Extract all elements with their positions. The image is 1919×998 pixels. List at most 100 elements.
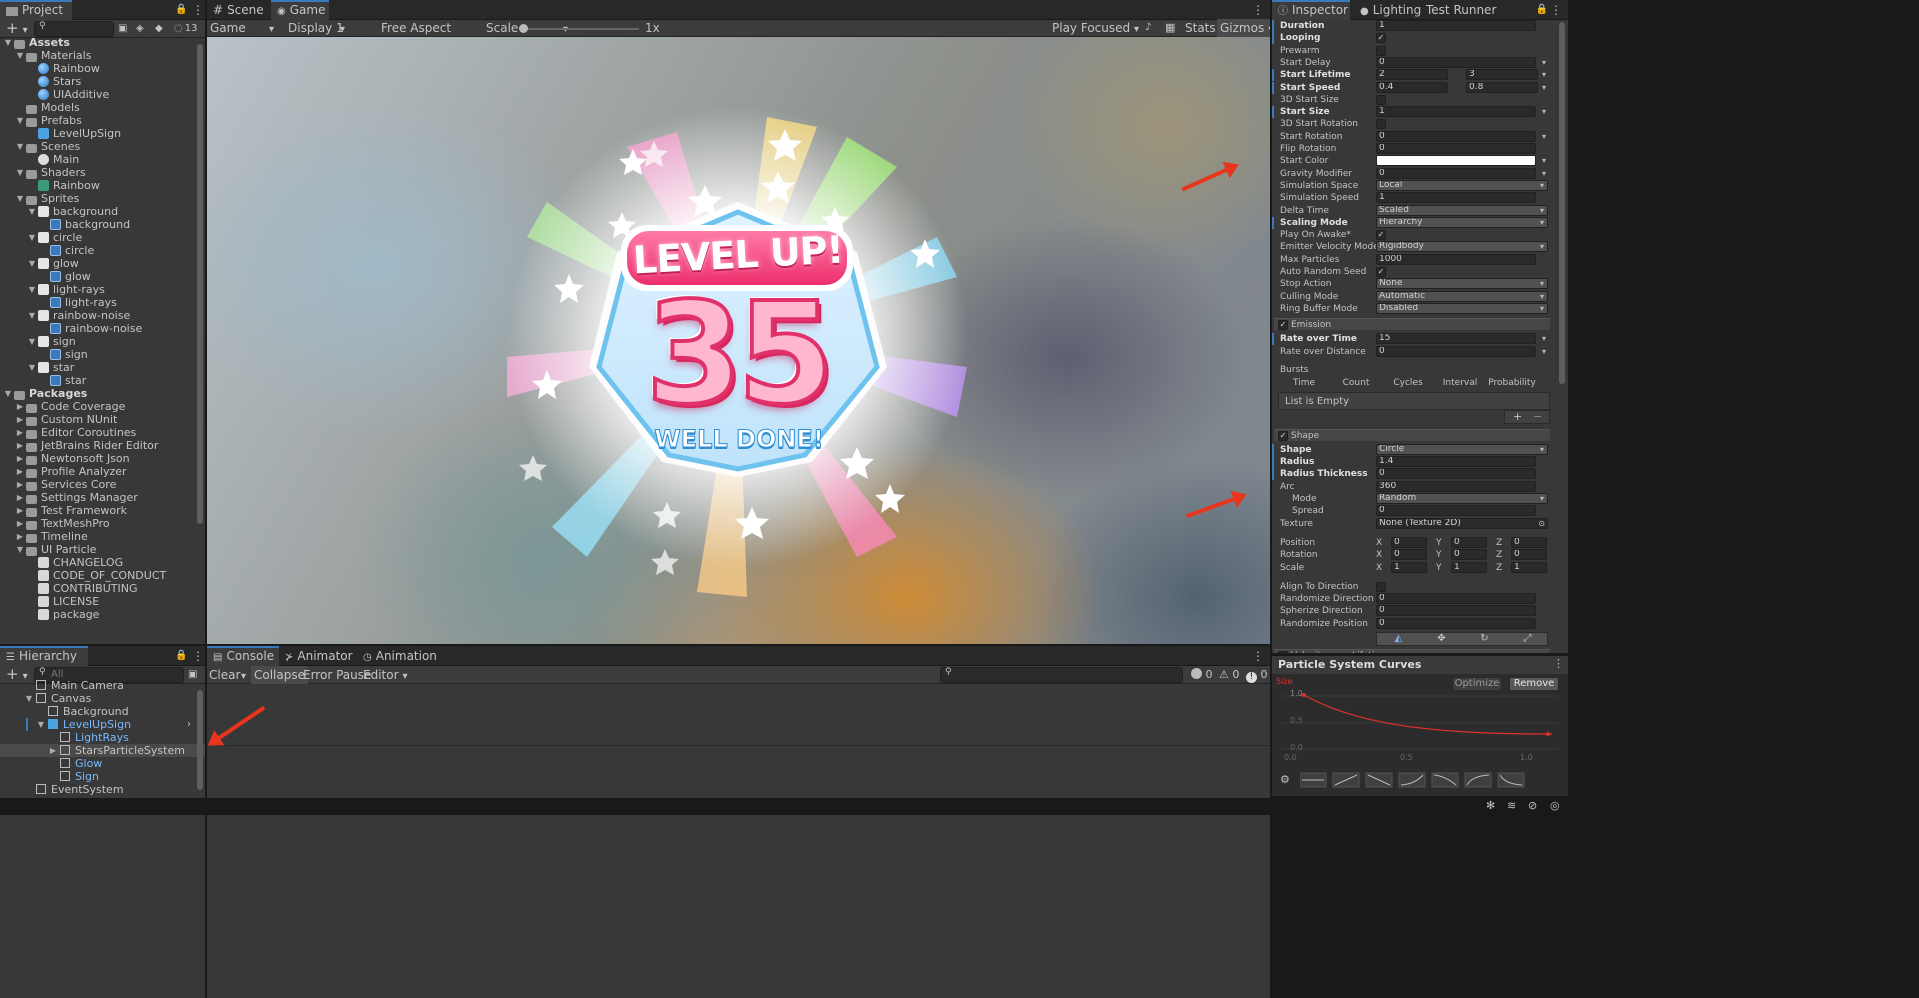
console-detail-area[interactable] (207, 747, 1270, 998)
axis-x-input[interactable]: 0 (1391, 536, 1427, 548)
inspector-dropdown[interactable]: Local ▾ (1376, 179, 1548, 191)
project-tree-item[interactable]: ▼ Shaders (0, 166, 205, 179)
curve-mode-dropdown-icon[interactable]: ▾ (1542, 333, 1546, 345)
collapse-arrow-icon[interactable]: ▶ (15, 465, 25, 478)
inspector-checkbox[interactable] (1376, 581, 1386, 592)
project-tree-item[interactable]: ▼ Scenes (0, 140, 205, 153)
inspector-input[interactable]: 1 (1376, 106, 1536, 118)
project-tree-item[interactable]: ▶ Newtonsoft Json (0, 452, 205, 465)
hierarchy-item[interactable]: LightRays (0, 731, 205, 744)
module-enable-checkbox[interactable] (1278, 651, 1288, 653)
display-mode-dropdown[interactable]: Game (210, 19, 280, 37)
object-picker-icon[interactable]: ⊙ (1538, 519, 1545, 528)
project-tree-item[interactable]: ▼ circle (0, 231, 205, 244)
kebab-menu-icon[interactable]: ⋮ (1252, 1, 1264, 19)
game-render[interactable]: LEVEL UP! 35 WELL DONE! (207, 37, 1270, 644)
inspector-input[interactable]: 1 (1376, 192, 1536, 204)
curve-mode-dropdown-icon[interactable]: ▾ (1542, 57, 1546, 69)
inspector-dropdown[interactable]: Rigidbody ▾ (1376, 241, 1548, 253)
curve-mode-dropdown-icon[interactable]: ▾ (1542, 168, 1546, 180)
expand-arrow-icon[interactable]: ▼ (27, 361, 37, 374)
expand-arrow-icon[interactable]: ▼ (15, 114, 25, 127)
axis-x-input[interactable]: 1 (1391, 561, 1427, 573)
expand-arrow-icon[interactable]: ▼ (15, 543, 25, 556)
collapse-arrow-icon[interactable]: ▶ (15, 439, 25, 452)
inspector-dropdown[interactable]: Automatic ▾ (1376, 290, 1548, 302)
project-tree-item[interactable]: ▼ Assets (0, 36, 205, 49)
project-tree-item[interactable]: star (0, 374, 205, 387)
module-enable-checkbox[interactable]: ✓ (1278, 320, 1288, 331)
project-tree-item[interactable]: CODE_OF_CONDUCT (0, 569, 205, 582)
collapse-arrow-icon[interactable]: ▶ (15, 491, 25, 504)
collapse-arrow-icon[interactable]: ▶ (15, 413, 25, 426)
inspector-checkbox[interactable] (1376, 45, 1386, 56)
expand-arrow-icon[interactable]: ▼ (27, 335, 37, 348)
toggle-panel-icon[interactable]: ▦ (1165, 19, 1175, 37)
hierarchy-item[interactable]: ▶ StarsParticleSystem (0, 744, 205, 757)
inspector-input[interactable]: 1 (1376, 20, 1536, 31)
inspector-input[interactable]: 0 (1376, 167, 1536, 179)
project-tree-item[interactable]: glow (0, 270, 205, 283)
project-tree-item[interactable]: UIAdditive (0, 88, 205, 101)
kebab-menu-icon[interactable]: ⋮ (1252, 647, 1264, 665)
collapse-arrow-icon[interactable]: ▶ (15, 530, 25, 543)
expand-arrow-icon[interactable]: ▼ (27, 231, 37, 244)
expand-arrow-icon[interactable]: ▼ (3, 36, 13, 49)
tab-scene[interactable]: # Scene (207, 0, 271, 20)
inspector-checkbox[interactable]: ✓ (1376, 33, 1386, 44)
tab-animator[interactable]: ⊁ Animator (279, 646, 359, 666)
project-tree-item[interactable]: Rainbow (0, 179, 205, 192)
project-tree-item[interactable]: CHANGELOG (0, 556, 205, 569)
project-tree-item[interactable]: circle (0, 244, 205, 257)
project-tree-item[interactable]: ▼ Sprites (0, 192, 205, 205)
curve-mode-dropdown-icon[interactable]: ▾ (1542, 106, 1546, 118)
project-tree-item[interactable]: ▶ Profile Analyzer (0, 465, 205, 478)
kebab-menu-icon[interactable]: ⋮ (1553, 657, 1564, 670)
curve-mode-dropdown-icon[interactable]: ▾ (1542, 131, 1546, 143)
inspector-checkbox[interactable] (1376, 119, 1386, 130)
collapse-arrow-icon[interactable]: ▶ (15, 452, 25, 465)
project-tree-item[interactable]: Rainbow (0, 62, 205, 75)
gizmos-button[interactable]: Gizmos (1217, 19, 1270, 37)
inspector-input[interactable]: 0 (1376, 505, 1536, 517)
curve-key-end[interactable] (1546, 732, 1550, 736)
inspector-input[interactable]: 0 (1376, 143, 1536, 154)
inspector-dropdown[interactable]: None ▾ (1376, 278, 1548, 290)
project-tree-item[interactable]: ▼ light-rays (0, 283, 205, 296)
inspector-input[interactable]: 15 (1376, 333, 1536, 345)
clear-button[interactable]: Clear (209, 666, 246, 684)
inspector-dropdown[interactable]: Scaled ▾ (1376, 204, 1548, 216)
collapse-arrow-icon[interactable]: ▶ (15, 426, 25, 439)
open-prefab-icon[interactable]: › (187, 718, 191, 731)
inspector-input[interactable]: 0 (1376, 56, 1536, 68)
edit-shape-icon[interactable]: ◭ (1377, 633, 1420, 645)
project-tree-item[interactable]: ▼ star (0, 361, 205, 374)
project-tree-item[interactable]: LICENSE (0, 595, 205, 608)
project-tree-item[interactable]: background (0, 218, 205, 231)
project-tree-item[interactable]: ▶ JetBrains Rider Editor (0, 439, 205, 452)
inspector-input[interactable]: 0 (1376, 468, 1536, 480)
inspector-input[interactable]: 1.4 (1376, 456, 1536, 468)
project-tree-item[interactable]: rainbow-noise (0, 322, 205, 335)
tab-inspector[interactable]: ⓘ Inspector (1272, 0, 1350, 20)
inspector-checkbox[interactable] (1376, 94, 1386, 105)
inspector-input[interactable]: 0.4 (1376, 81, 1448, 93)
project-tree-item[interactable]: Stars (0, 75, 205, 88)
project-tree-item[interactable]: ▶ Services Core (0, 478, 205, 491)
collapse-arrow-icon[interactable]: ▶ (48, 744, 58, 757)
inspector-input[interactable]: 0 (1376, 617, 1536, 629)
project-tree-item[interactable]: ▶ Code Coverage (0, 400, 205, 413)
error-count-toggle[interactable]: ! 0 (1246, 666, 1268, 684)
scale-slider[interactable] (519, 24, 639, 33)
collapse-arrow-icon[interactable]: ▶ (15, 517, 25, 530)
project-tree-item[interactable]: ▼ rainbow-noise (0, 309, 205, 322)
kebab-menu-icon[interactable]: ⋮ (192, 1, 204, 19)
color-field[interactable] (1376, 155, 1536, 167)
axis-y-input[interactable]: 1 (1451, 561, 1487, 573)
project-tree-item[interactable]: ▶ Custom NUnit (0, 413, 205, 426)
check-circle-icon[interactable]: ◎ (1550, 799, 1560, 812)
axis-z-input[interactable]: 0 (1511, 536, 1547, 548)
tab-animation[interactable]: ◷ Animation (357, 646, 447, 666)
module-header[interactable]: Velocity over Lifetime (1274, 649, 1550, 653)
lock-icon[interactable]: 🔒 (175, 1, 187, 19)
